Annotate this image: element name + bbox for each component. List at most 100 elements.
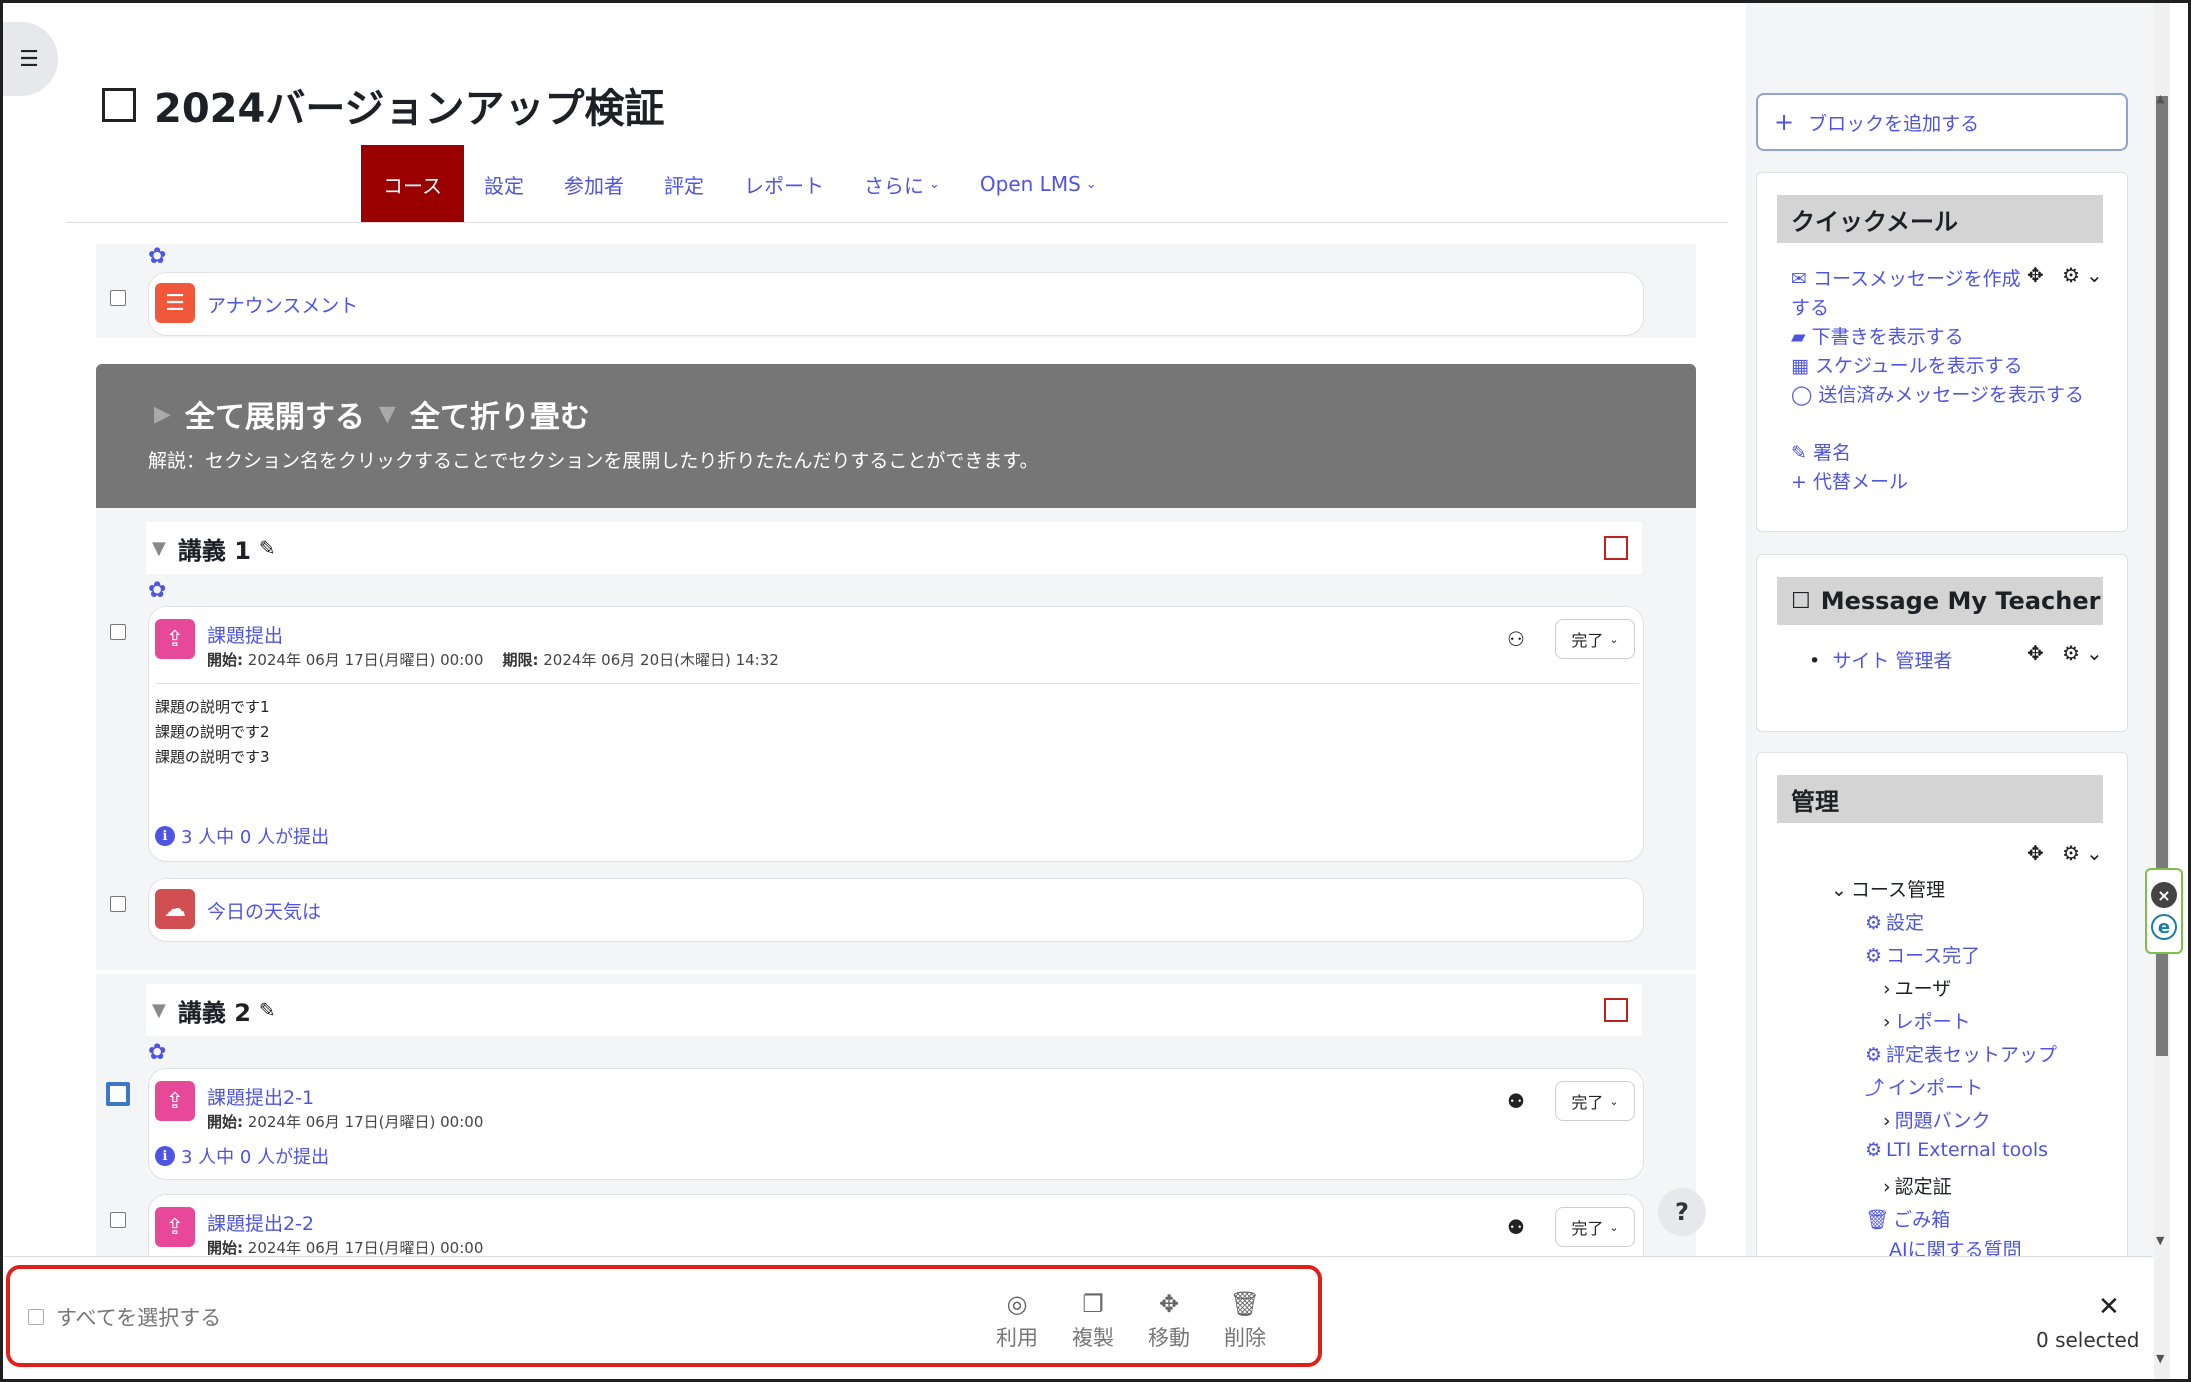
submission-text: 3 人中 0 人が提出 <box>181 827 330 848</box>
close-toolbar-icon[interactable]: ✕ <box>2098 1292 2120 1322</box>
delete-button[interactable]: 🗑 削除 <box>1210 1290 1280 1352</box>
gear-icon[interactable]: ✿ <box>148 578 166 603</box>
teacher-link[interactable]: • サイト 管理者 <box>1809 647 1952 676</box>
scroll-down-icon[interactable]: ▼ <box>2156 1352 2164 1365</box>
tree-label: 設定 <box>1886 912 1925 934</box>
triangle-down-icon[interactable]: ▼ <box>152 538 166 559</box>
duplicate-button[interactable]: ❐ 複製 <box>1058 1290 1128 1352</box>
envelope-icon: ✉ <box>1791 268 1807 290</box>
tab-more[interactable]: さらに ⌄ <box>844 145 960 223</box>
tool-label: 利用 <box>996 1326 1038 1350</box>
quickmail-sent-link[interactable]: ◯ 送信済みメッセージを表示する <box>1791 381 2091 410</box>
select-all[interactable]: すべてを選択する <box>28 1302 221 1332</box>
tree-course-completion[interactable]: ⚙ コース完了 <box>1865 941 1980 968</box>
tree-label: 認定証 <box>1894 1176 1952 1198</box>
triangle-down-icon[interactable]: ▼ <box>152 1000 166 1021</box>
scroll-up-icon[interactable]: ▲ <box>2156 92 2164 105</box>
tree-users[interactable]: › ユーザ <box>1883 974 1951 1001</box>
section-select-checkbox[interactable] <box>1604 998 1628 1022</box>
quickmail-schedule-link[interactable]: ▦ スケジュールを表示する <box>1791 352 2023 381</box>
trash-icon: 🗑 <box>1865 1209 1890 1231</box>
select-checkbox-focused[interactable] <box>106 1082 130 1106</box>
scroll-down-icon[interactable]: ▼ <box>2156 1234 2164 1247</box>
due-label: 期限: <box>502 651 539 669</box>
tree-import[interactable]: ⤴ インポート <box>1865 1073 1983 1100</box>
tree-label: コース完了 <box>1886 945 1981 967</box>
tree-lti-tools[interactable]: ⚙ LTI External tools <box>1865 1139 2048 1161</box>
tree-label: コース管理 <box>1850 879 1945 901</box>
tab-grades-label: 評定 <box>664 173 704 198</box>
availability-button[interactable]: ◎ 利用 <box>982 1290 1052 1352</box>
list-icon: ☰ <box>19 46 39 72</box>
course-index-toggle[interactable]: ☰ <box>0 22 58 96</box>
start-value: 2024年 06月 17日(月曜日) 00:00 <box>247 1113 484 1131</box>
scrollbar-thumb-lower[interactable] <box>2156 556 2168 1056</box>
tab-settings[interactable]: 設定 <box>464 145 544 223</box>
activity-title[interactable]: 課題提出 <box>207 621 283 648</box>
tab-course[interactable]: コース <box>361 145 464 223</box>
quickmail-alt-email-link[interactable]: + 代替メール <box>1791 468 1908 497</box>
tab-open-lms[interactable]: Open LMS ⌄ <box>960 145 1117 223</box>
tree-question-bank[interactable]: › 問題バンク <box>1883 1106 1991 1133</box>
gear-icon[interactable]: ✿ <box>148 244 166 269</box>
completion-dropdown[interactable]: 完了 ⌄ <box>1555 1081 1635 1121</box>
assignment-icon: ⇪ <box>155 619 195 659</box>
block-controls[interactable]: ✥ ⚙⌄ <box>2027 641 2109 665</box>
section-select-checkbox[interactable] <box>1604 536 1628 560</box>
scrollbar-thumb[interactable] <box>2156 96 2168 556</box>
tree-ai-questions[interactable]: AIに関する質問 <box>1889 1235 2022 1256</box>
speech-icon: ◯ <box>1791 384 1813 406</box>
select-checkbox[interactable] <box>110 624 126 640</box>
add-block-button[interactable]: + ブロックを追加する <box>1756 93 2128 151</box>
gear-icon[interactable]: ✿ <box>148 1040 166 1065</box>
info-icon: i <box>155 826 175 846</box>
course-tabs: コース 設定 参加者 評定 レポート さらに ⌄ Open LMS ⌄ <box>361 145 1117 223</box>
completion-dropdown[interactable]: 完了 ⌄ <box>1555 619 1635 659</box>
block-controls[interactable]: ✥ ⚙⌄ <box>2027 841 2109 865</box>
expand-all-link[interactable]: 全て展開する <box>185 392 365 436</box>
select-checkbox[interactable] <box>110 896 126 912</box>
tool-label: 複製 <box>1072 1326 1114 1350</box>
quickmail-drafts-link[interactable]: ▰ 下書きを表示する <box>1791 323 1964 352</box>
collapse-all-link[interactable]: 全て折り畳む <box>410 392 590 436</box>
tab-participants[interactable]: 参加者 <box>544 145 644 223</box>
quickmail-compose-link[interactable]: ✉ コースメッセージを作成する <box>1791 265 2031 323</box>
activity-title[interactable]: アナウンスメント <box>207 291 358 318</box>
triangle-down-icon: ▼ <box>378 401 396 427</box>
activity-title[interactable]: 今日の天気は <box>207 897 321 924</box>
section-title[interactable]: 講義 2 <box>178 993 251 1028</box>
close-icon[interactable]: × <box>2151 882 2177 908</box>
completion-dropdown[interactable]: 完了 ⌄ <box>1555 1207 1635 1247</box>
select-checkbox[interactable] <box>110 290 126 306</box>
move-button[interactable]: ✥ 移動 <box>1134 1290 1204 1352</box>
block-controls[interactable]: ✥ ⚙⌄ <box>2027 263 2109 287</box>
tree-course-admin[interactable]: ⌄ コース管理 <box>1831 875 1945 902</box>
submission-status[interactable]: i 3 人中 0 人が提出 <box>155 1143 329 1169</box>
select-all-checkbox[interactable] <box>28 1309 44 1325</box>
page-title: 2024バージョンアップ検証 <box>154 86 665 132</box>
tree-recycle-bin[interactable]: 🗑 ごみ箱 <box>1865 1205 1950 1232</box>
tree-settings[interactable]: ⚙ 設定 <box>1865 908 1924 935</box>
tree-gradebook-setup[interactable]: ⚙ 評定表セットアップ <box>1865 1040 2057 1067</box>
block-title-text: Message My Teacher <box>1820 587 2101 615</box>
submission-status[interactable]: i 3 人中 0 人が提出 <box>155 823 329 849</box>
tree-reports[interactable]: › レポート <box>1883 1007 1971 1034</box>
section-title[interactable]: 講義 1 <box>178 531 251 566</box>
e-icon[interactable]: e <box>2151 914 2177 940</box>
quickmail-signature-link[interactable]: ✎ 署名 <box>1791 439 1851 468</box>
pencil-icon[interactable]: ✎ <box>259 536 276 560</box>
help-button[interactable]: ? <box>1658 1188 1706 1236</box>
activity-assignment: ⇪ 課題提出 開始: 2024年 06月 17日(月曜日) 00:00 期限: … <box>148 606 1644 862</box>
tab-reports[interactable]: レポート <box>724 145 844 223</box>
link-text: 署名 <box>1812 442 1851 464</box>
gear-icon: ⚙ <box>1865 1139 1883 1161</box>
main-content: 2024バージョンアップ検証 コース 設定 参加者 評定 レポート さらに ⌄ O… <box>66 0 1731 1256</box>
pencil-icon[interactable]: ✎ <box>259 998 276 1022</box>
tab-grades[interactable]: 評定 <box>644 145 724 223</box>
block-title: 管理 <box>1777 775 2103 823</box>
activity-assignment-2-1: ⇪ 課題提出2-1 開始: 2024年 06月 17日(月曜日) 00:00 i… <box>148 1068 1644 1180</box>
activity-title[interactable]: 課題提出2-1 <box>207 1083 314 1110</box>
tree-certificates[interactable]: › 認定証 <box>1883 1172 1952 1199</box>
select-checkbox[interactable] <box>110 1212 126 1228</box>
activity-title[interactable]: 課題提出2-2 <box>207 1209 314 1236</box>
